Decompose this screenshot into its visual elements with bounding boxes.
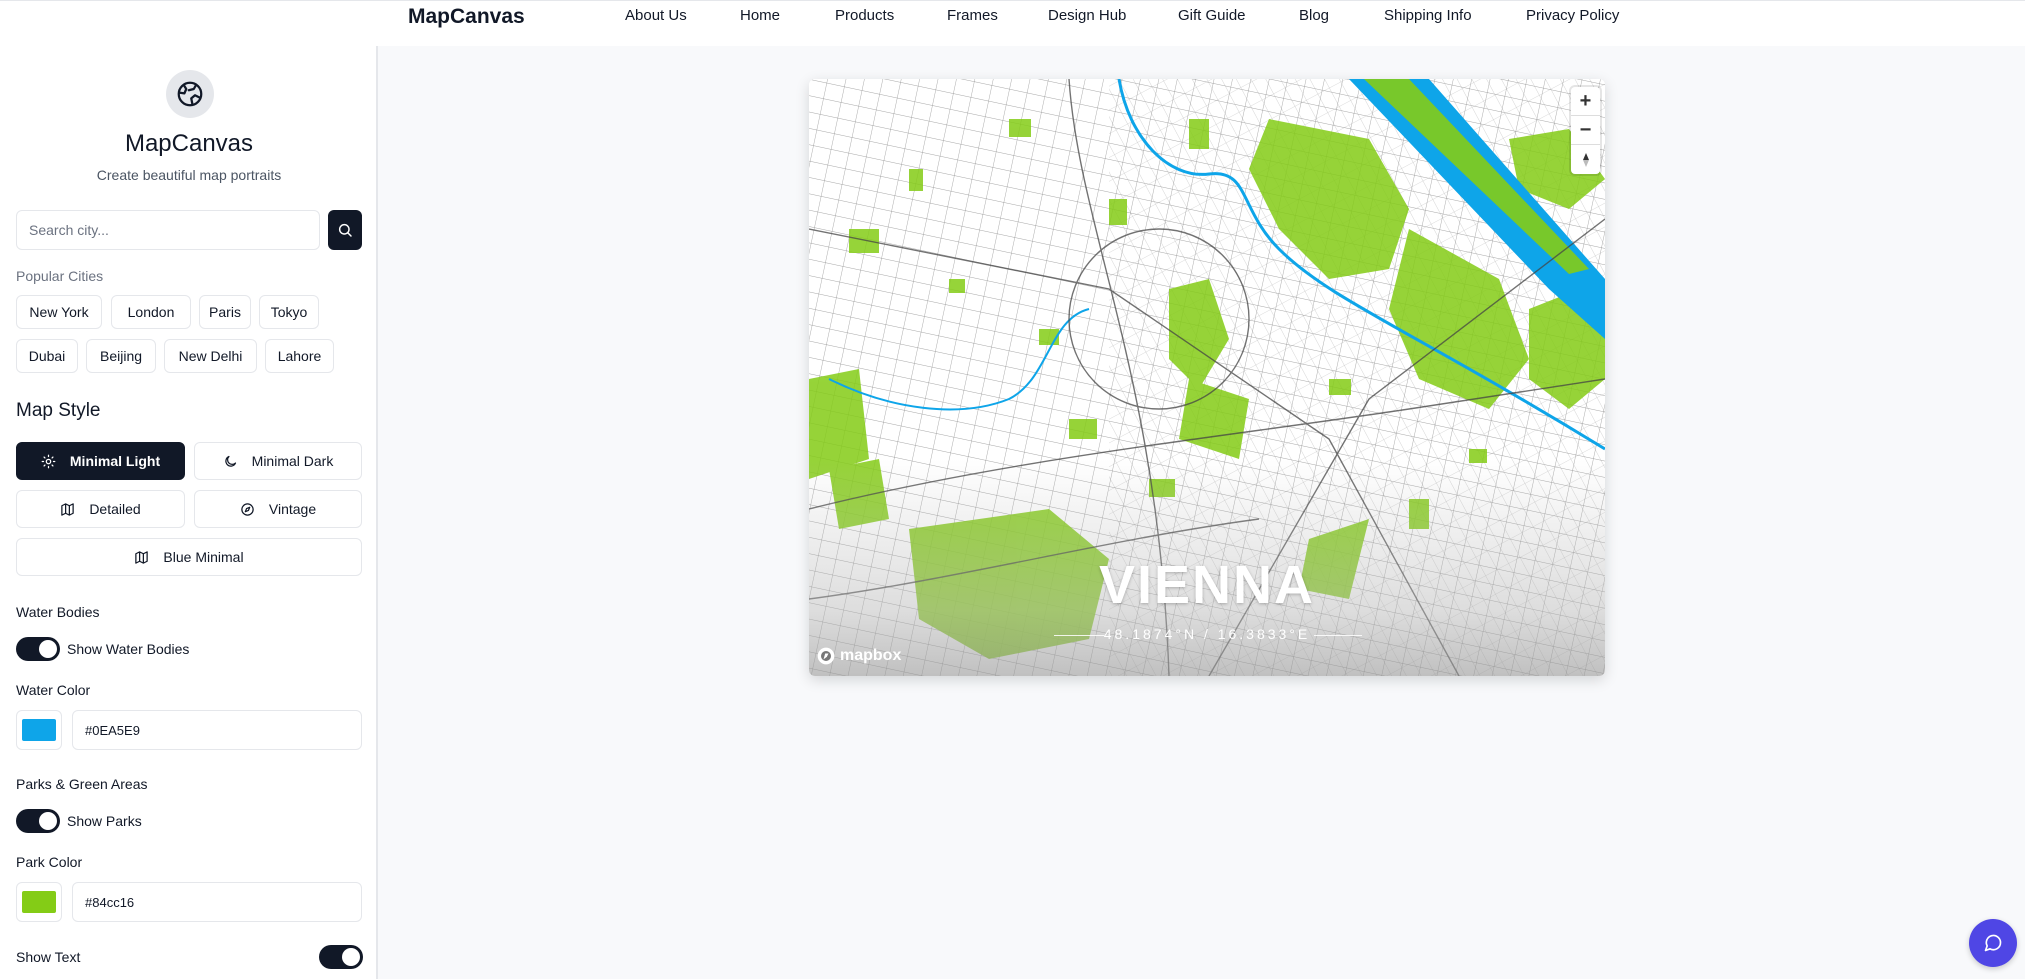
nav-design-hub[interactable]: Design Hub xyxy=(1048,7,1126,24)
moon-icon xyxy=(224,455,236,467)
nav-shipping-info[interactable]: Shipping Info xyxy=(1384,7,1472,24)
style-label: Detailed xyxy=(89,501,141,517)
city-chip-new-york[interactable]: New York xyxy=(16,295,102,329)
sidebar-title: MapCanvas xyxy=(124,130,254,157)
style-label: Minimal Light xyxy=(69,453,161,469)
water-color-label: Water Color xyxy=(16,682,91,698)
style-label: Minimal Dark xyxy=(251,453,334,469)
water-color-input[interactable] xyxy=(72,710,362,750)
city-chip-new-delhi[interactable]: New Delhi xyxy=(164,339,257,373)
map-preview[interactable]: VIENNA 48.1874°N / 16.3833°E mapbox + − xyxy=(809,79,1605,676)
sidebar-subtitle: Create beautiful map portraits xyxy=(96,167,282,183)
top-navigation: MapCanvas About Us Home Products Frames … xyxy=(0,0,2025,46)
parks-toggle[interactable] xyxy=(16,809,60,833)
map-style-heading: Map Style xyxy=(16,400,101,421)
sun-icon xyxy=(41,454,56,468)
brand-logo-text[interactable]: MapCanvas xyxy=(408,5,525,29)
city-chip-beijing[interactable]: Beijing xyxy=(86,339,156,373)
nav-privacy-policy[interactable]: Privacy Policy xyxy=(1526,7,1619,24)
parks-toggle-label: Show Parks xyxy=(67,813,142,829)
style-minimal-dark-button[interactable]: Minimal Dark xyxy=(194,442,362,480)
search-button[interactable] xyxy=(328,210,362,250)
logo-badge xyxy=(166,70,214,118)
compass-needle-icon xyxy=(1582,152,1589,167)
popular-cities-label: Popular Cities xyxy=(16,268,104,284)
nav-blog[interactable]: Blog xyxy=(1299,7,1329,24)
show-text-toggle[interactable] xyxy=(319,945,363,969)
water-color-swatch[interactable] xyxy=(16,710,62,750)
style-vintage-button[interactable]: Vintage xyxy=(194,490,362,528)
park-color-label: Park Color xyxy=(16,854,83,870)
park-color-swatch[interactable] xyxy=(16,882,62,922)
city-chip-paris[interactable]: Paris xyxy=(199,295,251,329)
city-search-input[interactable] xyxy=(16,210,320,250)
style-detailed-button[interactable]: Detailed xyxy=(16,490,185,528)
sidebar: MapCanvas Create beautiful map portraits… xyxy=(0,46,378,979)
chat-icon xyxy=(1984,934,2002,952)
reset-bearing-button[interactable] xyxy=(1571,145,1600,174)
city-chip-tokyo[interactable]: Tokyo xyxy=(259,295,319,329)
map-coordinates: 48.1874°N / 16.3833°E xyxy=(1103,626,1311,642)
chat-button[interactable] xyxy=(1969,919,2017,967)
mapbox-attribution[interactable]: mapbox xyxy=(816,646,901,666)
city-chip-dubai[interactable]: Dubai xyxy=(16,339,78,373)
water-bodies-label: Water Bodies xyxy=(16,604,100,620)
map-city-name: VIENNA xyxy=(1098,555,1316,615)
nav-gift-guide[interactable]: Gift Guide xyxy=(1178,7,1246,24)
style-label: Blue Minimal xyxy=(163,549,244,565)
style-blue-minimal-button[interactable]: Blue Minimal xyxy=(16,538,362,576)
map-icon xyxy=(135,550,149,564)
nav-frames[interactable]: Frames xyxy=(947,7,998,24)
style-minimal-light-button[interactable]: Minimal Light xyxy=(16,442,185,480)
map-icon xyxy=(61,502,75,516)
search-icon xyxy=(338,223,352,237)
parks-label: Parks & Green Areas xyxy=(16,776,148,792)
compass-icon xyxy=(241,502,254,516)
globe-icon xyxy=(177,81,203,107)
mapbox-label: mapbox xyxy=(840,647,902,664)
map-zoom-controls: + − xyxy=(1571,87,1600,174)
water-bodies-toggle[interactable] xyxy=(16,637,60,661)
city-chip-london[interactable]: London xyxy=(111,295,191,329)
style-label: Vintage xyxy=(268,501,317,517)
nav-home[interactable]: Home xyxy=(740,7,780,24)
zoom-out-button[interactable]: − xyxy=(1571,116,1600,145)
nav-products[interactable]: Products xyxy=(835,7,894,24)
park-color-input[interactable] xyxy=(72,882,362,922)
water-toggle-label: Show Water Bodies xyxy=(67,641,190,657)
zoom-in-button[interactable]: + xyxy=(1571,87,1600,116)
show-text-label: Show Text xyxy=(16,949,81,965)
nav-about-us[interactable]: About Us xyxy=(625,7,687,24)
city-chip-lahore[interactable]: Lahore xyxy=(265,339,334,373)
mapbox-logo-icon xyxy=(817,647,835,665)
